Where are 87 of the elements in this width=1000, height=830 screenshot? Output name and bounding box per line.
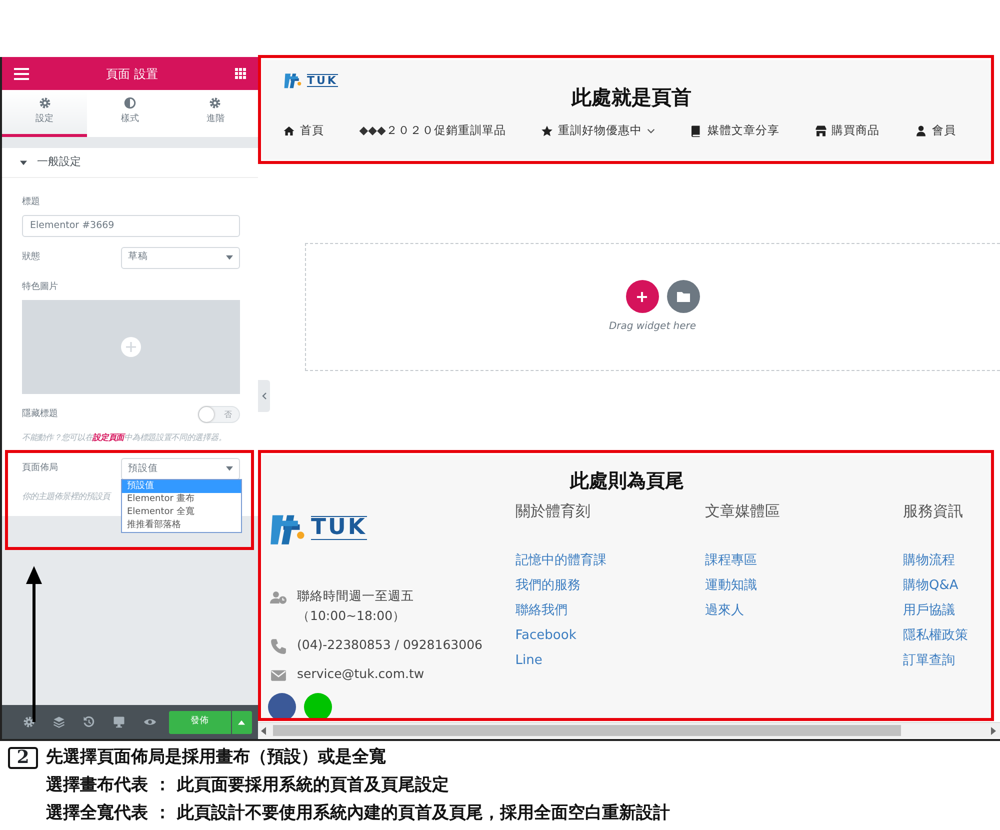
panel-title: 頁面 設置 bbox=[106, 66, 158, 82]
home-icon bbox=[283, 124, 295, 137]
scroll-left-icon[interactable] bbox=[261, 726, 267, 734]
nav-link[interactable]: 媒體文章分享 bbox=[690, 122, 780, 140]
column-heading: 文章媒體區 bbox=[705, 500, 782, 522]
gear-icon bbox=[209, 97, 222, 110]
contact-text: 聯絡時間週一至週五 （10:00~18:00） bbox=[297, 586, 414, 624]
header-heading: 此處就是頁首 bbox=[570, 84, 692, 111]
nav-link[interactable]: ◆◆◆２０２０促銷重訓單品 bbox=[359, 122, 506, 140]
section-header[interactable]: 一般設定 bbox=[2, 148, 258, 178]
publish-options-button[interactable] bbox=[232, 710, 252, 734]
annotation-text: 選擇畫布代表 ： 此頁面要採用系統的頁首及頁尾設定 bbox=[46, 774, 450, 797]
help-text: 不能動作？您可以在設定頁面中為標題設置不同的選擇器。 bbox=[22, 432, 228, 444]
drop-hint: Drag widget here bbox=[608, 320, 696, 334]
collapse-handle[interactable] bbox=[258, 380, 270, 412]
column-heading: 服務資訊 bbox=[902, 500, 964, 522]
template-library-button[interactable] bbox=[666, 280, 700, 313]
nav-link[interactable]: 首頁 bbox=[283, 122, 324, 140]
toggle-switch[interactable]: 否 bbox=[198, 406, 240, 423]
store-icon bbox=[814, 124, 827, 137]
column-heading: 關於體育刻 bbox=[515, 500, 592, 522]
footer-heading: 此處則為頁尾 bbox=[568, 469, 685, 494]
field-label: 標題 bbox=[22, 196, 41, 209]
caret-icon bbox=[20, 159, 27, 166]
contrast-icon bbox=[124, 97, 136, 110]
plus-icon bbox=[636, 290, 648, 302]
footer-link[interactable]: 我們的服務 bbox=[515, 573, 706, 598]
dropdown-option[interactable]: 預設值 bbox=[122, 480, 241, 493]
chevron-left-icon bbox=[262, 392, 266, 400]
contact-text: service@tuk.com.tw bbox=[297, 664, 424, 682]
footer-link[interactable]: Line bbox=[515, 648, 706, 673]
footer-link[interactable]: 購物流程 bbox=[902, 548, 992, 573]
logo-text: TUK bbox=[311, 516, 367, 540]
footer-link[interactable]: 用戶協議 bbox=[902, 598, 992, 623]
chevron-down-icon bbox=[647, 128, 656, 134]
field-label: 隱藏標題 bbox=[22, 408, 58, 421]
scroll-right-icon[interactable] bbox=[991, 726, 997, 734]
logo-text: TUK bbox=[307, 74, 338, 86]
nav-link[interactable]: 購買商品 bbox=[814, 122, 880, 140]
footer-link[interactable]: Facebook bbox=[515, 623, 706, 648]
star-icon bbox=[541, 124, 554, 137]
drop-zone[interactable]: Drag widget here bbox=[305, 243, 1000, 371]
title-field[interactable]: Elementor #3669 bbox=[22, 214, 240, 236]
horizontal-scrollbar[interactable] bbox=[258, 722, 1000, 738]
field-label: 頁面佈局 bbox=[22, 462, 58, 475]
help-text: 你的主題佈景裡的預設頁 bbox=[22, 490, 110, 501]
step-number: 2 bbox=[8, 747, 38, 769]
caret-icon bbox=[226, 255, 233, 260]
phone-icon bbox=[270, 638, 286, 654]
caret-icon bbox=[238, 720, 246, 724]
footer-link[interactable]: 過來人 bbox=[705, 598, 903, 623]
annotation-text: 先選擇頁面佈局是採用畫布（預設）或是全寬 bbox=[46, 746, 387, 769]
footer-link[interactable]: 課程專區 bbox=[705, 548, 903, 573]
nav-link[interactable]: 會員 bbox=[914, 122, 956, 140]
caret-icon bbox=[226, 466, 233, 472]
grid-icon[interactable] bbox=[234, 68, 246, 79]
layout-select[interactable]: 預設值 bbox=[121, 458, 240, 480]
dropdown-option[interactable]: 推推看部落格 bbox=[122, 518, 241, 532]
dropdown-option[interactable]: Elementor 全寬 bbox=[122, 506, 241, 519]
nav-link[interactable]: 重訓好物優惠中 bbox=[541, 122, 656, 140]
status-select[interactable]: 草稿 bbox=[121, 246, 240, 268]
field-label: 特色圖片 bbox=[22, 280, 59, 294]
folder-icon bbox=[676, 291, 690, 302]
settings-link[interactable]: 設定頁面 bbox=[92, 432, 124, 442]
history-icon[interactable] bbox=[83, 716, 96, 728]
user-icon bbox=[914, 124, 927, 137]
dropdown-option[interactable]: Elementor 畫布 bbox=[122, 492, 241, 506]
gear-icon[interactable] bbox=[23, 716, 36, 728]
book-icon bbox=[690, 124, 702, 137]
gear-icon bbox=[38, 97, 51, 110]
user-clock-icon bbox=[270, 588, 286, 606]
eye-icon[interactable] bbox=[144, 716, 156, 728]
social-icon[interactable] bbox=[268, 692, 296, 718]
footer-link[interactable]: 運動知識 bbox=[705, 573, 903, 598]
footer-link[interactable]: 聯絡我們 bbox=[515, 598, 706, 623]
footer-link[interactable]: 記憶中的體育課 bbox=[515, 548, 706, 573]
footer-link[interactable]: 訂單查詢 bbox=[902, 648, 992, 673]
contact-text: (04)-22380853 / 0928163006 bbox=[297, 636, 482, 654]
monitor-icon[interactable] bbox=[113, 716, 126, 728]
footer-link[interactable]: 隱私權政策 bbox=[902, 623, 992, 648]
annotation-text: 選擇全寬代表 ： 此頁設計不要使用系統內建的頁首及頁尾，採用全面空白重新設計 bbox=[46, 802, 670, 825]
layers-icon[interactable] bbox=[53, 716, 66, 728]
plus-icon bbox=[121, 337, 141, 357]
footer-link[interactable]: 購物Q&A bbox=[902, 573, 992, 598]
field-label: 狀態 bbox=[22, 250, 40, 264]
add-section-button[interactable] bbox=[626, 280, 658, 313]
publish-button[interactable]: 發佈 bbox=[168, 710, 231, 734]
